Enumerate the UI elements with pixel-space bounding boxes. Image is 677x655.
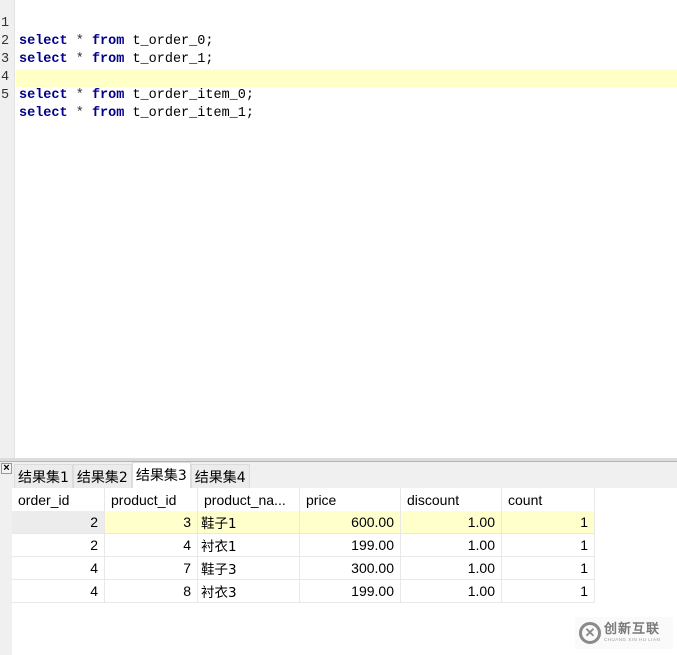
cell-product-name[interactable]: 衬衣3 — [197, 579, 300, 603]
cell-price[interactable]: 199.00 — [299, 533, 401, 557]
cell-product-name[interactable]: 衬衣1 — [197, 533, 300, 557]
cell-count[interactable]: 1 — [501, 511, 595, 534]
cell-order-id[interactable]: 2 — [12, 533, 105, 557]
table-name: t_order_item_0; — [132, 88, 254, 103]
cell-discount[interactable]: 1.00 — [400, 511, 502, 534]
cell-discount[interactable]: 1.00 — [400, 579, 502, 603]
code-line-1[interactable]: 1 select * from t_order_0; — [0, 0, 677, 49]
close-results-icon[interactable]: × — [1, 463, 12, 474]
column-header-discount[interactable]: discount — [400, 488, 502, 511]
cell-discount[interactable]: 1.00 — [400, 556, 502, 580]
cell-product-id[interactable]: 7 — [104, 556, 198, 580]
code-line-4[interactable]: 4 select * from t_order_item_0; — [0, 51, 677, 103]
cell-product-id[interactable]: 4 — [104, 533, 198, 557]
brand-logo-icon: ✕ — [579, 622, 601, 644]
cell-product-id[interactable]: 3 — [104, 511, 198, 534]
cell-price[interactable]: 600.00 — [299, 511, 401, 534]
cell-count[interactable]: 1 — [501, 579, 595, 603]
sql-editor[interactable]: 1 select * from t_order_0; 2 select * fr… — [0, 0, 677, 458]
cell-product-name[interactable]: 鞋子1 — [197, 511, 300, 534]
cell-price[interactable]: 199.00 — [299, 579, 401, 603]
tab-result-set-3[interactable]: 结果集3 — [131, 462, 191, 489]
keyword-from: from — [91, 106, 125, 121]
cell-order-id[interactable]: 2 — [12, 511, 105, 534]
table-name: t_order_item_1; — [132, 106, 254, 121]
tab-result-set-4[interactable]: 结果集4 — [190, 464, 250, 489]
table-row[interactable]: 4 8 衬衣3 199.00 1.00 1 — [12, 579, 595, 603]
tab-result-set-2[interactable]: 结果集2 — [72, 464, 132, 489]
watermark-name-en: CHUANG XIN HU LIAN — [604, 637, 661, 642]
code-line-3[interactable]: 3 — [0, 33, 677, 67]
watermark: ✕ 创新互联 CHUANG XIN HU LIAN — [575, 617, 673, 649]
watermark-name-cn: 创新互联 — [604, 622, 661, 637]
cell-count[interactable]: 1 — [501, 556, 595, 580]
tab-result-set-1[interactable]: 结果集1 — [14, 464, 73, 489]
cell-product-name[interactable]: 鞋子3 — [197, 556, 300, 580]
cell-order-id[interactable]: 4 — [12, 556, 105, 580]
cell-product-id[interactable]: 8 — [104, 579, 198, 603]
star-operator: * — [75, 106, 84, 121]
cell-count[interactable]: 1 — [501, 533, 595, 557]
cell-discount[interactable]: 1.00 — [400, 533, 502, 557]
keyword-from: from — [91, 88, 125, 103]
result-tabs: 结果集1 结果集2 结果集3 结果集4 — [14, 462, 250, 489]
keyword-select: select — [19, 106, 68, 121]
table-row[interactable]: 4 7 鞋子3 300.00 1.00 1 — [12, 556, 595, 580]
column-header-product-name[interactable]: product_na... — [197, 488, 300, 511]
column-header-price[interactable]: price — [299, 488, 401, 511]
cell-price[interactable]: 300.00 — [299, 556, 401, 580]
code-line-5-active[interactable]: 5 select * from t_order_item_1; — [1, 69, 677, 121]
column-header-count[interactable]: count — [501, 488, 595, 511]
cell-order-id[interactable]: 4 — [12, 579, 105, 603]
table-row[interactable]: 2 4 衬衣1 199.00 1.00 1 — [12, 533, 595, 557]
table-row-selected[interactable]: 2 3 鞋子1 600.00 1.00 1 — [12, 511, 595, 534]
header-row: order_id product_id product_na... price … — [12, 488, 595, 511]
line-number: 4 — [1, 70, 10, 85]
line-number: 5 — [1, 88, 10, 103]
star-operator: * — [75, 88, 84, 103]
code-line-2[interactable]: 2 select * from t_order_1; — [0, 15, 677, 67]
column-header-product-id[interactable]: product_id — [104, 488, 198, 511]
column-header-order-id[interactable]: order_id — [12, 488, 105, 511]
